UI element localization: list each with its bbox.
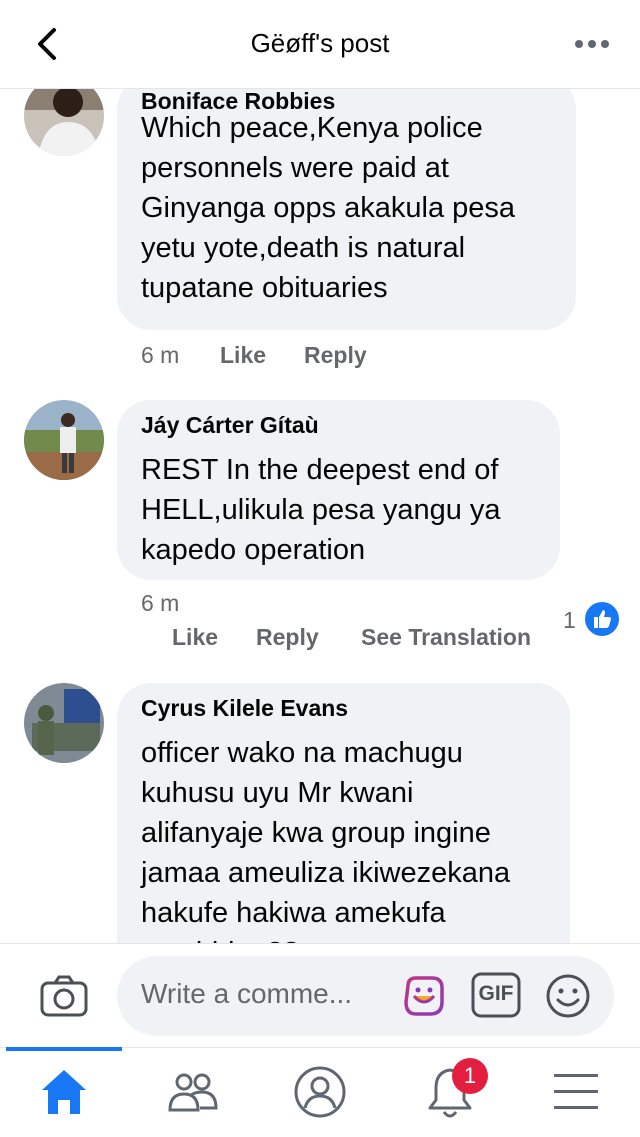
comments-list: Boniface Robbies Which peace,Kenya polic… — [0, 88, 640, 943]
like-button[interactable]: Like — [220, 342, 266, 369]
sticker-icon[interactable] — [400, 972, 448, 1020]
comment-time: 6 m — [141, 342, 180, 368]
comment-author[interactable]: Jáy Cárter Gítaù — [141, 412, 319, 439]
notification-badge[interactable]: 1 — [452, 1058, 488, 1094]
comment-bubble[interactable]: Cyrus Kilele Evans officer wako na machu… — [117, 683, 570, 943]
comment-time: 6 m — [141, 590, 180, 616]
avatar[interactable] — [24, 88, 104, 156]
active-tab-indicator — [6, 1047, 122, 1051]
comment-text: officer wako na machugu kuhusu uyu Mr kw… — [141, 737, 511, 943]
page-title: Gëøff's post — [250, 28, 390, 58]
see-translation-button[interactable]: See Translation — [361, 624, 531, 651]
avatar[interactable] — [24, 400, 104, 480]
camera-icon[interactable] — [40, 975, 88, 1017]
friends-icon[interactable] — [164, 1064, 220, 1120]
home-icon[interactable] — [36, 1064, 92, 1120]
avatar[interactable] — [24, 683, 104, 763]
gif-button[interactable]: GIF — [471, 972, 521, 1018]
comment-bubble[interactable]: Boniface Robbies Which peace,Kenya polic… — [117, 88, 576, 330]
comment-author[interactable]: Cyrus Kilele Evans — [141, 695, 348, 722]
like-button[interactable]: Like — [172, 624, 218, 651]
like-reaction-icon[interactable] — [585, 602, 619, 636]
reaction-count[interactable]: 1 — [563, 607, 576, 634]
profile-icon[interactable] — [292, 1064, 348, 1120]
comment-placeholder[interactable]: Write a comme... — [141, 978, 352, 1010]
gif-label: GIF — [478, 982, 514, 1005]
more-options-icon[interactable] — [574, 38, 610, 50]
comment-text: Which peace,Kenya police personnels were… — [141, 112, 516, 304]
reply-button[interactable]: Reply — [256, 624, 319, 651]
reply-button[interactable]: Reply — [304, 342, 367, 369]
menu-icon[interactable] — [548, 1064, 604, 1120]
emoji-icon[interactable] — [544, 972, 592, 1020]
comment-bubble[interactable]: Jáy Cárter Gítaù REST In the deepest end… — [117, 400, 560, 580]
top-bar: Gëøff's post — [0, 0, 640, 89]
comment-text: REST In the deepest end of HELL,ulikula … — [141, 454, 501, 566]
